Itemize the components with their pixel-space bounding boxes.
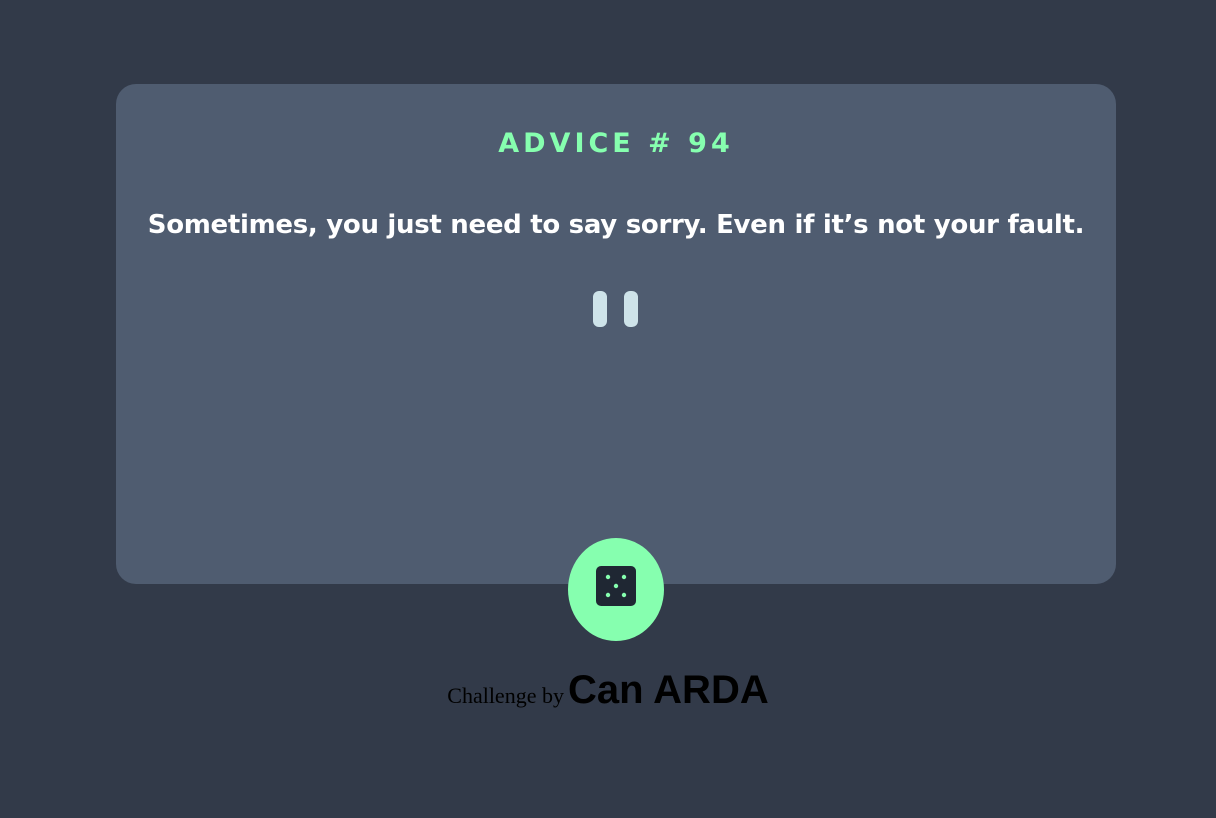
advice-id: ADVICE # 94 xyxy=(498,128,734,159)
divider-bar-left xyxy=(593,291,607,327)
attribution-footer: Challenge by Can ARDA xyxy=(0,668,1216,713)
divider-bar-right xyxy=(624,291,638,327)
attribution-prefix: Challenge by xyxy=(447,683,564,708)
advice-card: ADVICE # 94 Sometimes, you just need to … xyxy=(116,84,1116,584)
dice-button[interactable] xyxy=(568,538,664,641)
attribution-author: Can ARDA xyxy=(567,668,769,712)
dice-icon xyxy=(596,566,636,606)
advice-text: Sometimes, you just need to say sorry. E… xyxy=(147,210,1085,240)
pause-divider-icon xyxy=(593,291,639,327)
